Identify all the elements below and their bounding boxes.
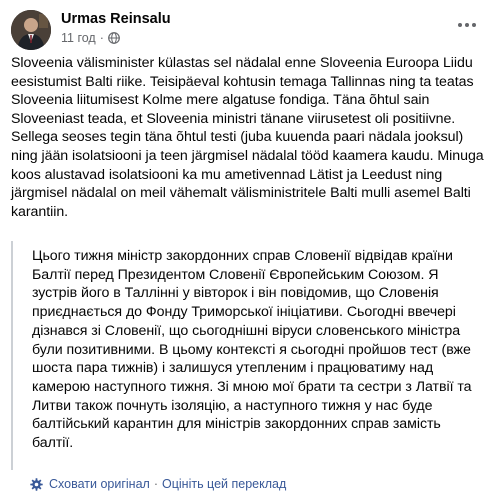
- gear-icon: [30, 477, 43, 491]
- post-header: Urmas Reinsalu 11 год ·: [11, 9, 481, 50]
- footer-separator: ·: [153, 477, 158, 491]
- globe-icon[interactable]: [107, 32, 120, 44]
- meta-separator: ·: [99, 31, 104, 45]
- rate-translation-link[interactable]: Оцініть цей переклад: [162, 477, 286, 491]
- post-translated-text: Цього тижня міністр закордонних справ Сл…: [32, 248, 472, 452]
- more-options-icon[interactable]: [453, 15, 481, 35]
- translation-box: Цього тижня міністр закордонних справ Сл…: [11, 241, 479, 470]
- author-name[interactable]: Urmas Reinsalu: [61, 11, 171, 27]
- hide-original-link[interactable]: Сховати оригінал: [49, 477, 150, 491]
- post-meta: 11 год ·: [61, 31, 120, 45]
- facebook-post: Urmas Reinsalu 11 год · Sloveenia välism…: [0, 0, 490, 504]
- post-timestamp[interactable]: 11 год: [61, 31, 96, 45]
- translation-footer: Сховати оригінал · Оцініть цей переклад: [30, 476, 286, 492]
- author-avatar[interactable]: [11, 10, 51, 50]
- post-original-text: Sloveenia välisminister külastas sel näd…: [11, 55, 484, 220]
